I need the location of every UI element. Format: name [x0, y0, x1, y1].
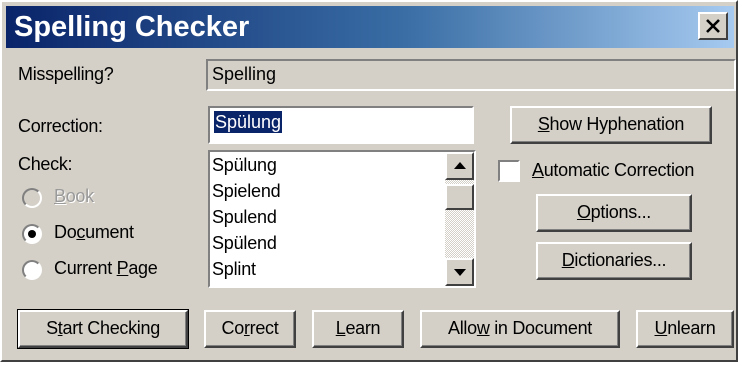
suggestion-item[interactable]: Splint	[212, 256, 256, 282]
correction-label: Correction:	[18, 116, 103, 136]
unlearn-button[interactable]: Unlearn	[636, 310, 734, 348]
suggestion-item[interactable]: Spülend	[212, 230, 277, 256]
correction-input[interactable]: Spülung	[208, 106, 474, 144]
suggestion-item[interactable]: Spielend	[212, 178, 281, 204]
automatic-correction-label: Automatic Correction	[532, 160, 695, 180]
close-icon	[706, 19, 720, 33]
window-title: Spelling Checker	[14, 11, 250, 43]
automatic-correction-checkbox[interactable]	[498, 160, 520, 182]
radio-current-page-label: Current Page	[54, 258, 158, 278]
arrow-down-icon	[454, 269, 466, 276]
correct-button[interactable]: Correct	[204, 310, 296, 348]
learn-button[interactable]: Learn	[312, 310, 404, 348]
suggestions-listbox[interactable]: Spülung Spielend Spulend Spülend Splint	[208, 150, 476, 288]
check-label: Check:	[18, 154, 73, 174]
options-label: ptions...	[590, 202, 652, 222]
dictionaries-label: ictionaries...	[574, 250, 667, 270]
close-button[interactable]	[698, 12, 728, 40]
title-bar[interactable]: Spelling Checker	[6, 6, 734, 48]
misspelling-label: Misspelling?	[18, 64, 114, 84]
options-button[interactable]: Options...	[536, 194, 692, 232]
arrow-up-icon	[454, 162, 466, 169]
suggestion-item[interactable]: Spülung	[212, 152, 277, 178]
suggestion-item[interactable]: Spulend	[212, 204, 277, 230]
radio-document-label: Document	[54, 222, 134, 242]
radio-document-dot	[28, 230, 36, 238]
misspelling-field: Spelling	[206, 59, 736, 91]
correction-value: Spülung	[214, 111, 283, 133]
show-hyphenation-label: how Hyphenation	[549, 114, 685, 134]
start-checking-button[interactable]: Start Checking	[17, 309, 189, 349]
allow-in-document-button[interactable]: Allow in Document	[420, 310, 620, 348]
radio-document[interactable]	[22, 224, 42, 244]
dictionaries-button[interactable]: Dictionaries...	[536, 242, 692, 280]
radio-book-label: Book	[54, 186, 94, 206]
show-hyphenation-button[interactable]: Show Hyphenation	[510, 106, 712, 144]
scroll-down-button[interactable]	[445, 258, 474, 286]
suggestions-scrollbar[interactable]	[445, 152, 474, 286]
radio-book[interactable]	[22, 188, 42, 208]
spelling-checker-dialog: Spelling Checker Misspelling? Spelling C…	[0, 0, 738, 362]
misspelling-value: Spelling	[212, 64, 277, 84]
radio-current-page[interactable]	[22, 260, 42, 280]
scroll-up-button[interactable]	[445, 152, 474, 180]
scroll-thumb[interactable]	[445, 184, 474, 210]
